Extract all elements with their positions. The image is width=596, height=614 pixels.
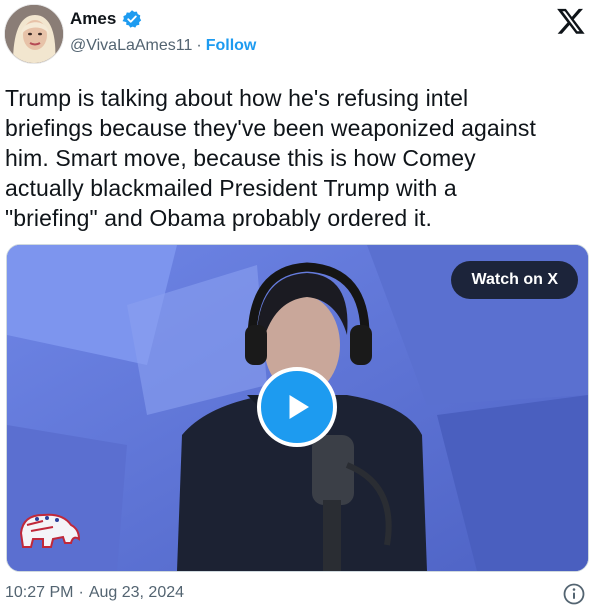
video-media[interactable]: Watch on X — [6, 244, 589, 572]
tweet-date: Aug 23, 2024 — [88, 584, 185, 601]
watch-on-x-button[interactable]: Watch on X — [451, 261, 578, 299]
author-display-name[interactable]: Ames — [70, 9, 116, 29]
avatar-image — [5, 5, 63, 63]
info-icon[interactable] — [562, 582, 586, 606]
play-icon — [289, 395, 309, 419]
handle-separator: · — [196, 37, 202, 54]
tweet-timestamp[interactable]: 10:27 PM · Aug 23, 2024 — [5, 584, 184, 602]
tweet-text: Trump is talking about how he's refusing… — [5, 85, 536, 231]
play-button[interactable] — [257, 367, 337, 447]
tweet-time: 10:27 PM — [5, 584, 74, 601]
author-handle-row: @VivaLaAmes11 · Follow — [70, 37, 256, 55]
x-logo-icon[interactable] — [556, 6, 586, 36]
timestamp-separator: · — [78, 584, 84, 601]
author-avatar[interactable] — [4, 4, 64, 64]
follow-button[interactable]: Follow — [206, 37, 257, 55]
author-name-row: Ames — [70, 9, 142, 29]
verified-badge-icon — [122, 10, 142, 28]
author-handle[interactable]: @VivaLaAmes11 — [70, 37, 192, 55]
elephant-logo-watermark — [19, 513, 81, 548]
